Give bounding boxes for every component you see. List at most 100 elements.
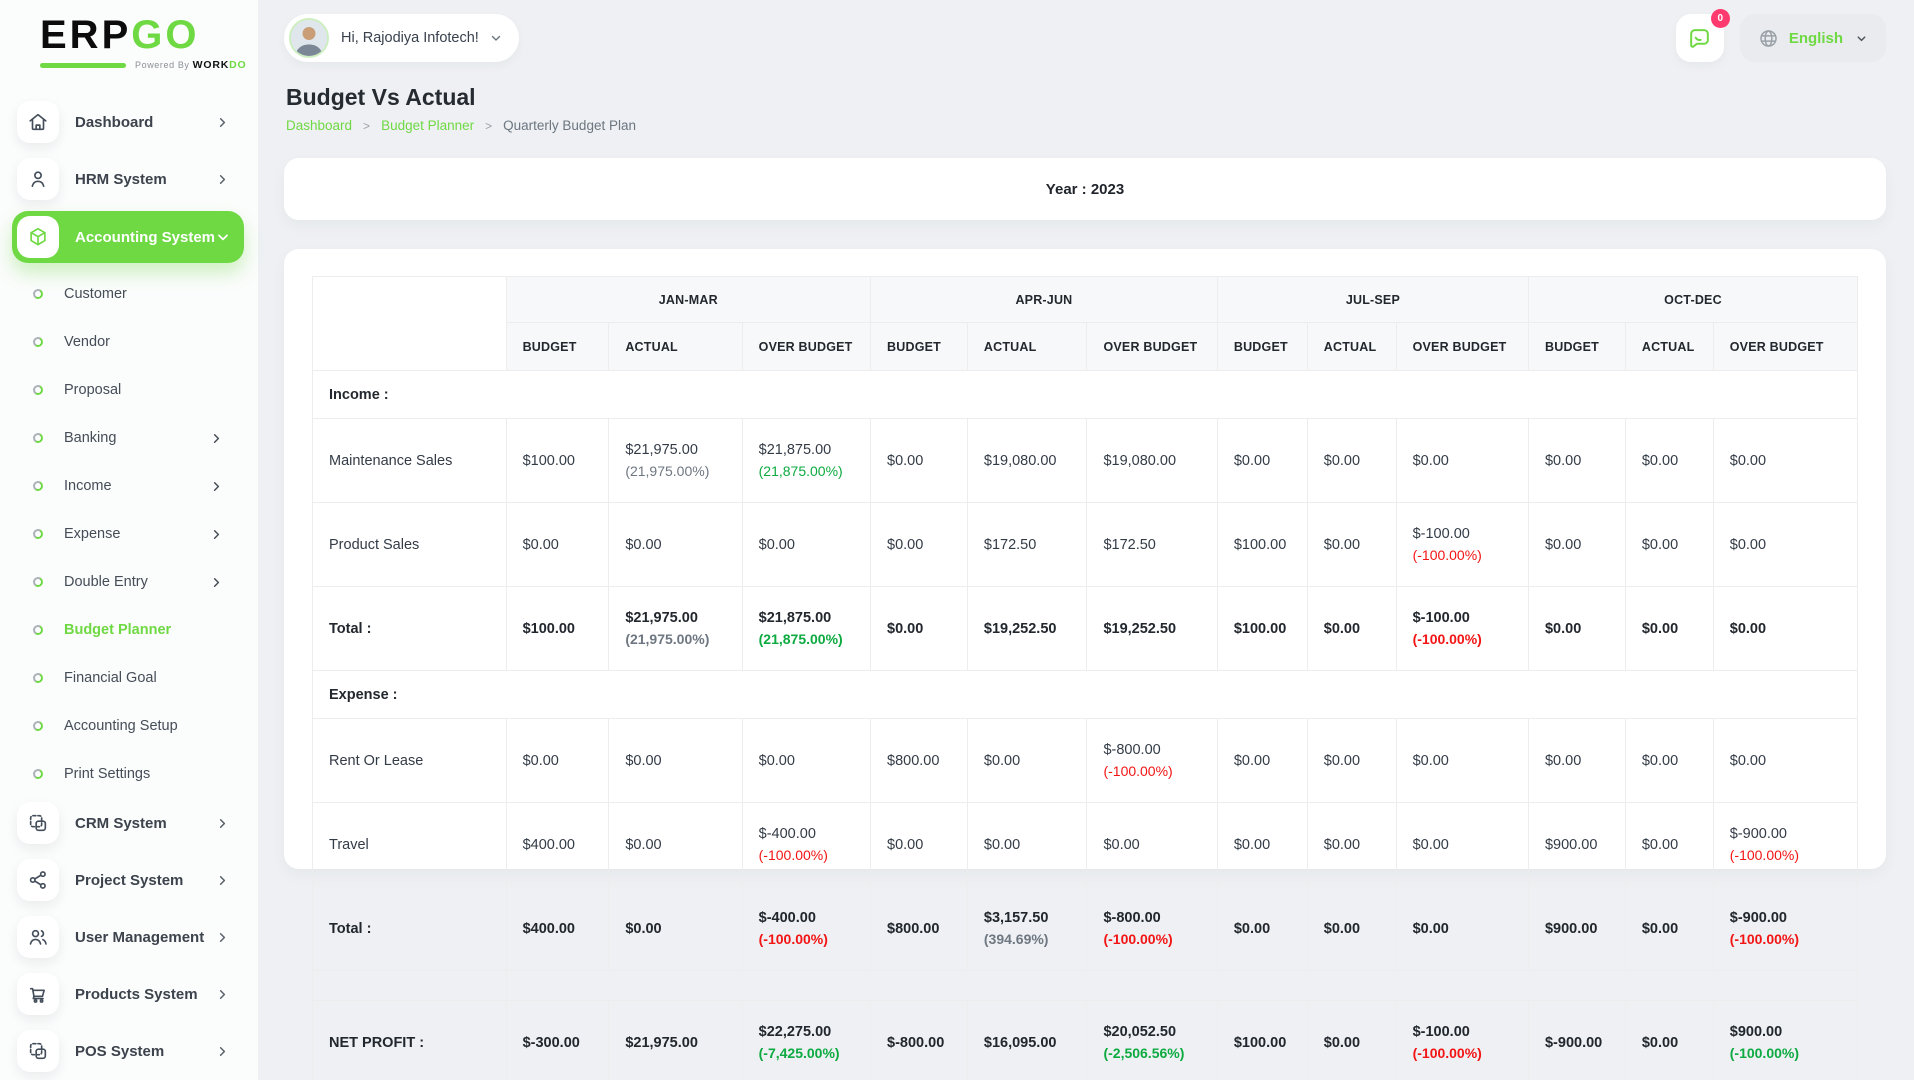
sub-header-jul-sep-over-budget: OVER BUDGET	[1395, 322, 1529, 371]
year-card: Year : 2023	[284, 158, 1886, 220]
sub-header-oct-dec-actual: ACTUAL	[1624, 322, 1714, 371]
bullet-icon	[32, 576, 44, 588]
sidebar-subitem-customer[interactable]: Customer	[12, 270, 244, 318]
budget-cell: $100.00	[505, 586, 610, 671]
sub-header-jan-mar-actual: ACTUAL	[608, 322, 743, 371]
user-greeting: Hi, Rajodiya Infotech!	[341, 30, 479, 46]
sidebar-subitem-print-settings[interactable]: Print Settings	[12, 750, 244, 798]
sub-header-oct-dec-over-budget: OVER BUDGET	[1712, 322, 1859, 371]
row-label-net-profit: NET PROFIT :	[312, 1000, 507, 1080]
chevron-down-icon	[215, 229, 231, 245]
sidebar-subitem-financial-goal[interactable]: Financial Goal	[12, 654, 244, 702]
erpgo-logo[interactable]: ERPGO Powered By WORKDO	[0, 14, 258, 71]
main-content: Hi, Rajodiya Infotech! 0 English Budget …	[258, 0, 1914, 1080]
budget-cell: $-400.00 (-100.00%)	[741, 886, 872, 971]
sidebar-item-crm-system[interactable]: CRM System	[12, 798, 244, 848]
budget-cell: $-900.00 (-100.00%)	[1712, 802, 1859, 887]
budget-cell: $0.00	[870, 418, 968, 503]
sidebar-item-user-management[interactable]: User Management	[12, 912, 244, 962]
user-menu-button[interactable]: Hi, Rajodiya Infotech!	[284, 14, 519, 62]
sidebar-subitem-income[interactable]: Income	[12, 462, 244, 510]
home-icon	[17, 101, 59, 143]
chevron-down-icon	[489, 31, 503, 45]
chevron-right-icon	[215, 115, 230, 130]
sidebar-subitem-double-entry[interactable]: Double Entry	[12, 558, 244, 606]
budget-cell: $0.00	[1527, 418, 1626, 503]
sidebar-subitem-banking[interactable]: Banking	[12, 414, 244, 462]
row-label-rent-or-lease: Rent Or Lease	[312, 718, 507, 803]
spacer-cell	[312, 970, 507, 1001]
language-selector[interactable]: English	[1739, 14, 1886, 62]
budget-cell: $0.00	[1306, 802, 1397, 887]
sidebar-item-dashboard[interactable]: Dashboard	[12, 97, 244, 147]
budget-cell: $3,157.50 (394.69%)	[966, 886, 1088, 971]
sidebar-subitem-label: Customer	[64, 286, 127, 302]
sidebar-item-hrm-system[interactable]: HRM System	[12, 154, 244, 204]
budget-cell: $0.00	[870, 586, 968, 671]
chevron-right-icon	[215, 930, 230, 945]
budget-cell: $0.00	[1712, 418, 1859, 503]
budget-cell: $0.00	[1306, 586, 1397, 671]
budget-cell: $21,975.00 (21,975.00%)	[608, 586, 743, 671]
budget-cell: $0.00	[1527, 586, 1626, 671]
budget-cell: $800.00	[870, 886, 968, 971]
logo-wordmark: ERPGO	[40, 13, 200, 57]
sidebar-subitem-proposal[interactable]: Proposal	[12, 366, 244, 414]
bullet-icon	[32, 480, 44, 492]
sidebar-nav: Dashboard HRM System Accounting System Cust…	[0, 97, 258, 1076]
breadcrumb-current: Quarterly Budget Plan	[503, 118, 636, 133]
budget-cell: $0.00	[1306, 502, 1397, 587]
sidebar-subitem-budget-planner[interactable]: Budget Planner	[12, 606, 244, 654]
budget-cell: $0.00	[966, 718, 1088, 803]
budget-cell: $0.00	[1712, 718, 1859, 803]
sub-header-apr-jun-budget: BUDGET	[870, 322, 968, 371]
breadcrumb-dashboard[interactable]: Dashboard	[286, 118, 352, 133]
budget-cell: $400.00	[505, 802, 610, 887]
budget-table-card: JAN-MAR APR-JUN JUL-SEP OCT-DEC BUDGET ACTUAL…	[284, 249, 1886, 1080]
budget-cell: $0.00	[1086, 802, 1218, 887]
budget-cell: $0.00	[1527, 718, 1626, 803]
budget-cell: $0.00	[1712, 586, 1859, 671]
budget-cell: $0.00	[741, 718, 872, 803]
chevron-down-icon	[1855, 32, 1868, 45]
budget-cell: $0.00	[1306, 418, 1397, 503]
sidebar-subitem-accounting-setup[interactable]: Accounting Setup	[12, 702, 244, 750]
topbar-actions: 0 English	[1675, 9, 1886, 62]
bullet-icon	[32, 720, 44, 732]
budget-cell: $19,252.50	[966, 586, 1088, 671]
budget-cell: $100.00	[1216, 1000, 1308, 1080]
corner-header-cell	[312, 276, 507, 371]
row-label-product-sales: Product Sales	[312, 502, 507, 587]
chevron-right-icon	[215, 172, 230, 187]
breadcrumb-separator: >	[363, 118, 371, 133]
chevron-right-icon	[215, 1044, 230, 1059]
budget-cell: $-800.00 (-100.00%)	[1086, 886, 1218, 971]
budget-cell: $0.00	[741, 502, 872, 587]
breadcrumb-budget-planner[interactable]: Budget Planner	[381, 118, 474, 133]
budget-cell: $0.00	[1306, 1000, 1397, 1080]
sidebar-item-pos-system[interactable]: POS System	[12, 1026, 244, 1076]
budget-cell: $900.00	[1527, 802, 1626, 887]
sidebar-item-label: User Management	[75, 928, 205, 946]
budget-cell: $0.00	[1624, 802, 1714, 887]
budget-cell: $0.00	[1395, 718, 1529, 803]
budget-cell: $21,975.00 (21,975.00%)	[608, 418, 743, 503]
sidebar-item-accounting-system[interactable]: Accounting System	[12, 211, 244, 263]
budget-cell: $900.00 (-100.00%)	[1712, 1000, 1859, 1080]
budget-vs-actual-table: JAN-MAR APR-JUN JUL-SEP OCT-DEC BUDGET ACTUAL…	[312, 276, 1859, 1080]
spacer-cell	[505, 970, 1859, 1001]
budget-cell: $0.00	[608, 502, 743, 587]
sidebar-item-project-system[interactable]: Project System	[12, 855, 244, 905]
chevron-right-icon	[215, 987, 230, 1002]
bullet-icon	[32, 624, 44, 636]
sidebar-subitem-expense[interactable]: Expense	[12, 510, 244, 558]
share-icon	[17, 859, 59, 901]
sub-header-oct-dec-budget: BUDGET	[1527, 322, 1626, 371]
sidebar-subitem-vendor[interactable]: Vendor	[12, 318, 244, 366]
sidebar-item-products-system[interactable]: Products System	[12, 969, 244, 1019]
sidebar-subitem-label: Double Entry	[64, 574, 148, 590]
chat-icon	[1687, 26, 1712, 51]
messages-button[interactable]: 0	[1675, 9, 1730, 62]
budget-cell: $0.00	[1624, 502, 1714, 587]
budget-cell: $0.00	[1624, 886, 1714, 971]
